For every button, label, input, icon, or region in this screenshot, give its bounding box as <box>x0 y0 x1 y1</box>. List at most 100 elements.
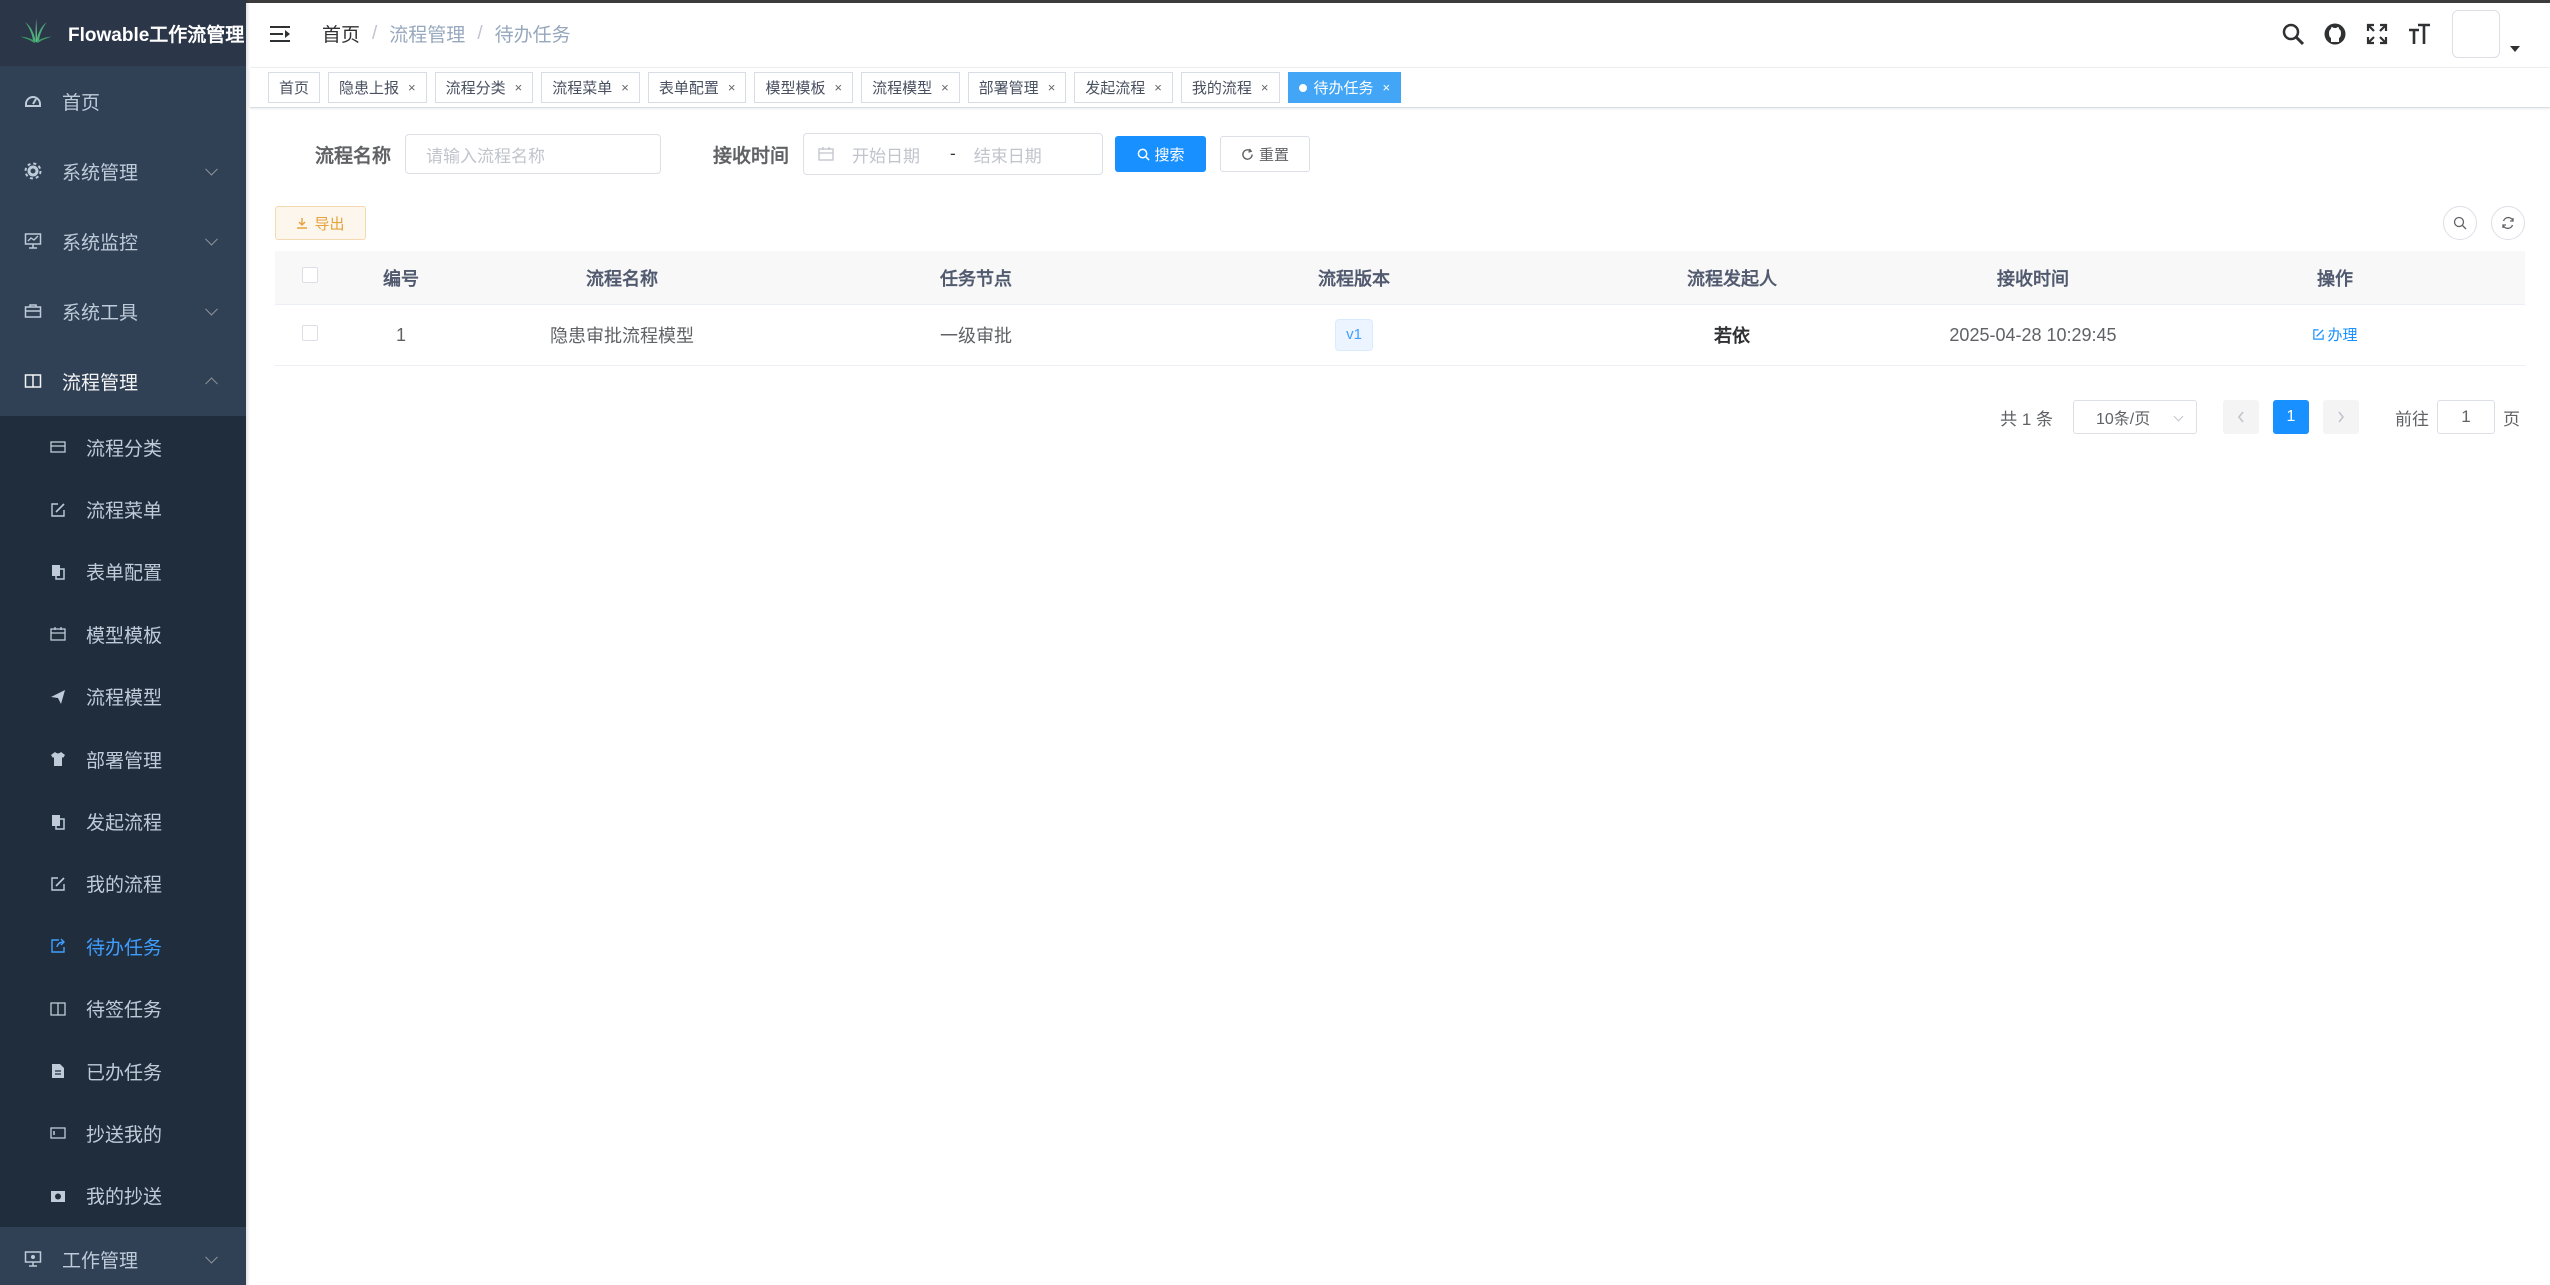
handle-button[interactable]: 办理 <box>2312 324 2358 345</box>
close-icon[interactable]: × <box>834 80 842 95</box>
sidebar-item-form-config[interactable]: 表单配置 <box>0 541 246 603</box>
close-icon[interactable]: × <box>515 80 523 95</box>
select-all-checkbox[interactable] <box>302 267 318 283</box>
chevron-down-icon <box>205 162 218 176</box>
tag-process-category[interactable]: 流程分类 × <box>434 72 534 103</box>
sidebar-item-start-process[interactable]: 发起流程 <box>0 790 246 852</box>
next-page-button[interactable] <box>2323 400 2359 434</box>
column-header: 流程发起人 <box>1687 268 1777 289</box>
page-number-current[interactable]: 1 <box>2273 400 2309 434</box>
hamburger-icon[interactable] <box>270 24 292 44</box>
sidebar-item-label: 我的流程 <box>86 875 163 897</box>
sidebar-item-model-template[interactable]: 模型模板 <box>0 603 246 665</box>
select-all-cell <box>275 267 345 288</box>
github-icon[interactable] <box>2322 21 2348 47</box>
close-icon[interactable]: × <box>728 80 736 95</box>
edit-icon <box>50 876 66 892</box>
breadcrumb-separator: / <box>477 22 483 44</box>
tag-label: 待办任务 <box>1313 80 1374 97</box>
sidebar-item-label: 抄送我的 <box>86 1124 163 1146</box>
sidebar-item-process-model[interactable]: 流程模型 <box>0 666 246 728</box>
sidebar-item-done-tasks[interactable]: 已办任务 <box>0 1040 246 1102</box>
sidebar-item-process[interactable]: 流程管理 <box>0 346 246 416</box>
sidebar-item-label: 待签任务 <box>86 1000 163 1022</box>
close-icon[interactable]: × <box>621 80 629 95</box>
tag-hazard-report[interactable]: 隐患上报 × <box>328 72 427 103</box>
refresh-button[interactable] <box>2491 206 2525 240</box>
tag-my-process[interactable]: 我的流程 × <box>1180 72 1280 103</box>
sidebar-item-tools[interactable]: 系统工具 <box>0 276 246 346</box>
sidebar-item-work[interactable]: 工作管理 <box>0 1227 246 1285</box>
sidebar-item-process-menu[interactable]: 流程菜单 <box>0 478 246 540</box>
tag-label: 模型模板 <box>765 80 826 97</box>
navbar-right <box>2264 0 2520 68</box>
end-date-input[interactable]: 结束日期 <box>974 142 1042 167</box>
process-submenu: 流程分类 流程菜单 表单配置 模型模板 流程模型 部署管理 发起流程 我的流程 <box>0 416 246 1228</box>
gear-icon <box>24 162 42 180</box>
goto-page-input[interactable]: 1 <box>2437 400 2495 434</box>
task-table: 编号 流程名称 任务节点 流程版本 流程发起人 接收时间 操作 1 隐患审批流程… <box>275 251 2525 366</box>
sidebar-item-label: 系统工具 <box>62 302 139 324</box>
cell-receive-time: 2025-04-28 10:29:45 <box>1949 324 2117 345</box>
column-header: 接收时间 <box>1997 268 2069 289</box>
tag-process-model[interactable]: 流程模型 × <box>861 72 960 103</box>
sidebar-item-claim-tasks[interactable]: 待签任务 <box>0 978 246 1040</box>
refresh-icon <box>2501 216 2515 230</box>
page-size-select[interactable]: 10条/页 <box>2073 400 2197 434</box>
reset-button[interactable]: 重置 <box>1220 136 1311 172</box>
sidebar-item-label: 已办任务 <box>86 1062 163 1084</box>
sidebar-item-deploy[interactable]: 部署管理 <box>0 728 246 790</box>
date-range-picker[interactable]: 开始日期 - 结束日期 <box>803 133 1104 175</box>
row-select-cell <box>275 324 345 346</box>
refresh-icon <box>1241 148 1254 161</box>
placeholder: 请输入流程名称 <box>426 146 546 166</box>
fullscreen-icon[interactable] <box>2364 21 2390 47</box>
download-icon <box>296 217 308 229</box>
tag-home[interactable]: 首页 <box>268 72 321 103</box>
tag-start-process[interactable]: 发起流程 × <box>1074 72 1173 103</box>
sidebar-item-todo-tasks[interactable]: 待办任务 <box>0 915 246 977</box>
close-icon[interactable]: × <box>1048 80 1056 95</box>
chevron-down-icon <box>205 1250 218 1264</box>
sidebar-item-home[interactable]: 首页 <box>0 66 246 136</box>
search-button[interactable]: 搜索 <box>1115 136 1207 172</box>
sidebar-item-process-category[interactable]: 流程分类 <box>0 416 246 478</box>
row-checkbox[interactable] <box>302 324 318 341</box>
button-label: 导出 <box>314 215 345 233</box>
tag-deploy[interactable]: 部署管理 × <box>967 72 1067 103</box>
prev-page-button[interactable] <box>2223 400 2259 434</box>
close-icon[interactable]: × <box>1154 80 1162 95</box>
breadcrumb-home[interactable]: 首页 <box>322 20 360 47</box>
start-date-input[interactable]: 开始日期 <box>852 142 920 167</box>
logo[interactable]: Flowable工作流管理 <box>0 0 246 66</box>
caret-down-icon[interactable] <box>2510 46 2520 52</box>
close-icon[interactable]: × <box>941 80 949 95</box>
sidebar-item-label: 首页 <box>62 92 101 114</box>
tag-model-template[interactable]: 模型模板 × <box>754 72 854 103</box>
sidebar-item-my-cc[interactable]: 我的抄送 <box>0 1165 246 1227</box>
avatar[interactable] <box>2452 10 2500 58</box>
tag-todo-tasks[interactable]: 待办任务 × <box>1287 72 1402 103</box>
total-count: 共 1 条 <box>2000 409 2053 429</box>
search-icon[interactable] <box>2280 21 2306 47</box>
tag-form-config[interactable]: 表单配置 × <box>647 72 747 103</box>
tags-view: 首页 隐患上报 × 流程分类 × 流程菜单 × 表单配置 × 模型模板 × 流程模型 × 部… <box>250 68 2550 108</box>
export-button[interactable]: 导出 <box>275 206 366 240</box>
sidebar-item-system[interactable]: 系统管理 <box>0 136 246 206</box>
toggle-search-button[interactable] <box>2443 206 2477 240</box>
sidebar-item-cc-me[interactable]: 抄送我的 <box>0 1102 246 1164</box>
logo-icon <box>19 18 53 43</box>
close-icon[interactable]: × <box>408 80 416 95</box>
button-label: 重置 <box>1259 146 1290 164</box>
breadcrumb: 首页 / 流程管理 / 待办任务 <box>322 20 571 47</box>
sidebar-item-label: 表单配置 <box>86 563 163 585</box>
font-size-icon[interactable] <box>2406 21 2432 47</box>
tag-process-menu[interactable]: 流程菜单 × <box>541 72 640 103</box>
sidebar-item-label: 流程菜单 <box>86 501 163 523</box>
sidebar-item-my-process[interactable]: 我的流程 <box>0 853 246 915</box>
close-icon[interactable]: × <box>1383 80 1391 95</box>
sidebar-item-monitor[interactable]: 系统监控 <box>0 206 246 276</box>
column-header: 编号 <box>383 268 419 289</box>
process-name-input[interactable]: 请输入流程名称 <box>405 134 662 174</box>
close-icon[interactable]: × <box>1261 80 1269 95</box>
